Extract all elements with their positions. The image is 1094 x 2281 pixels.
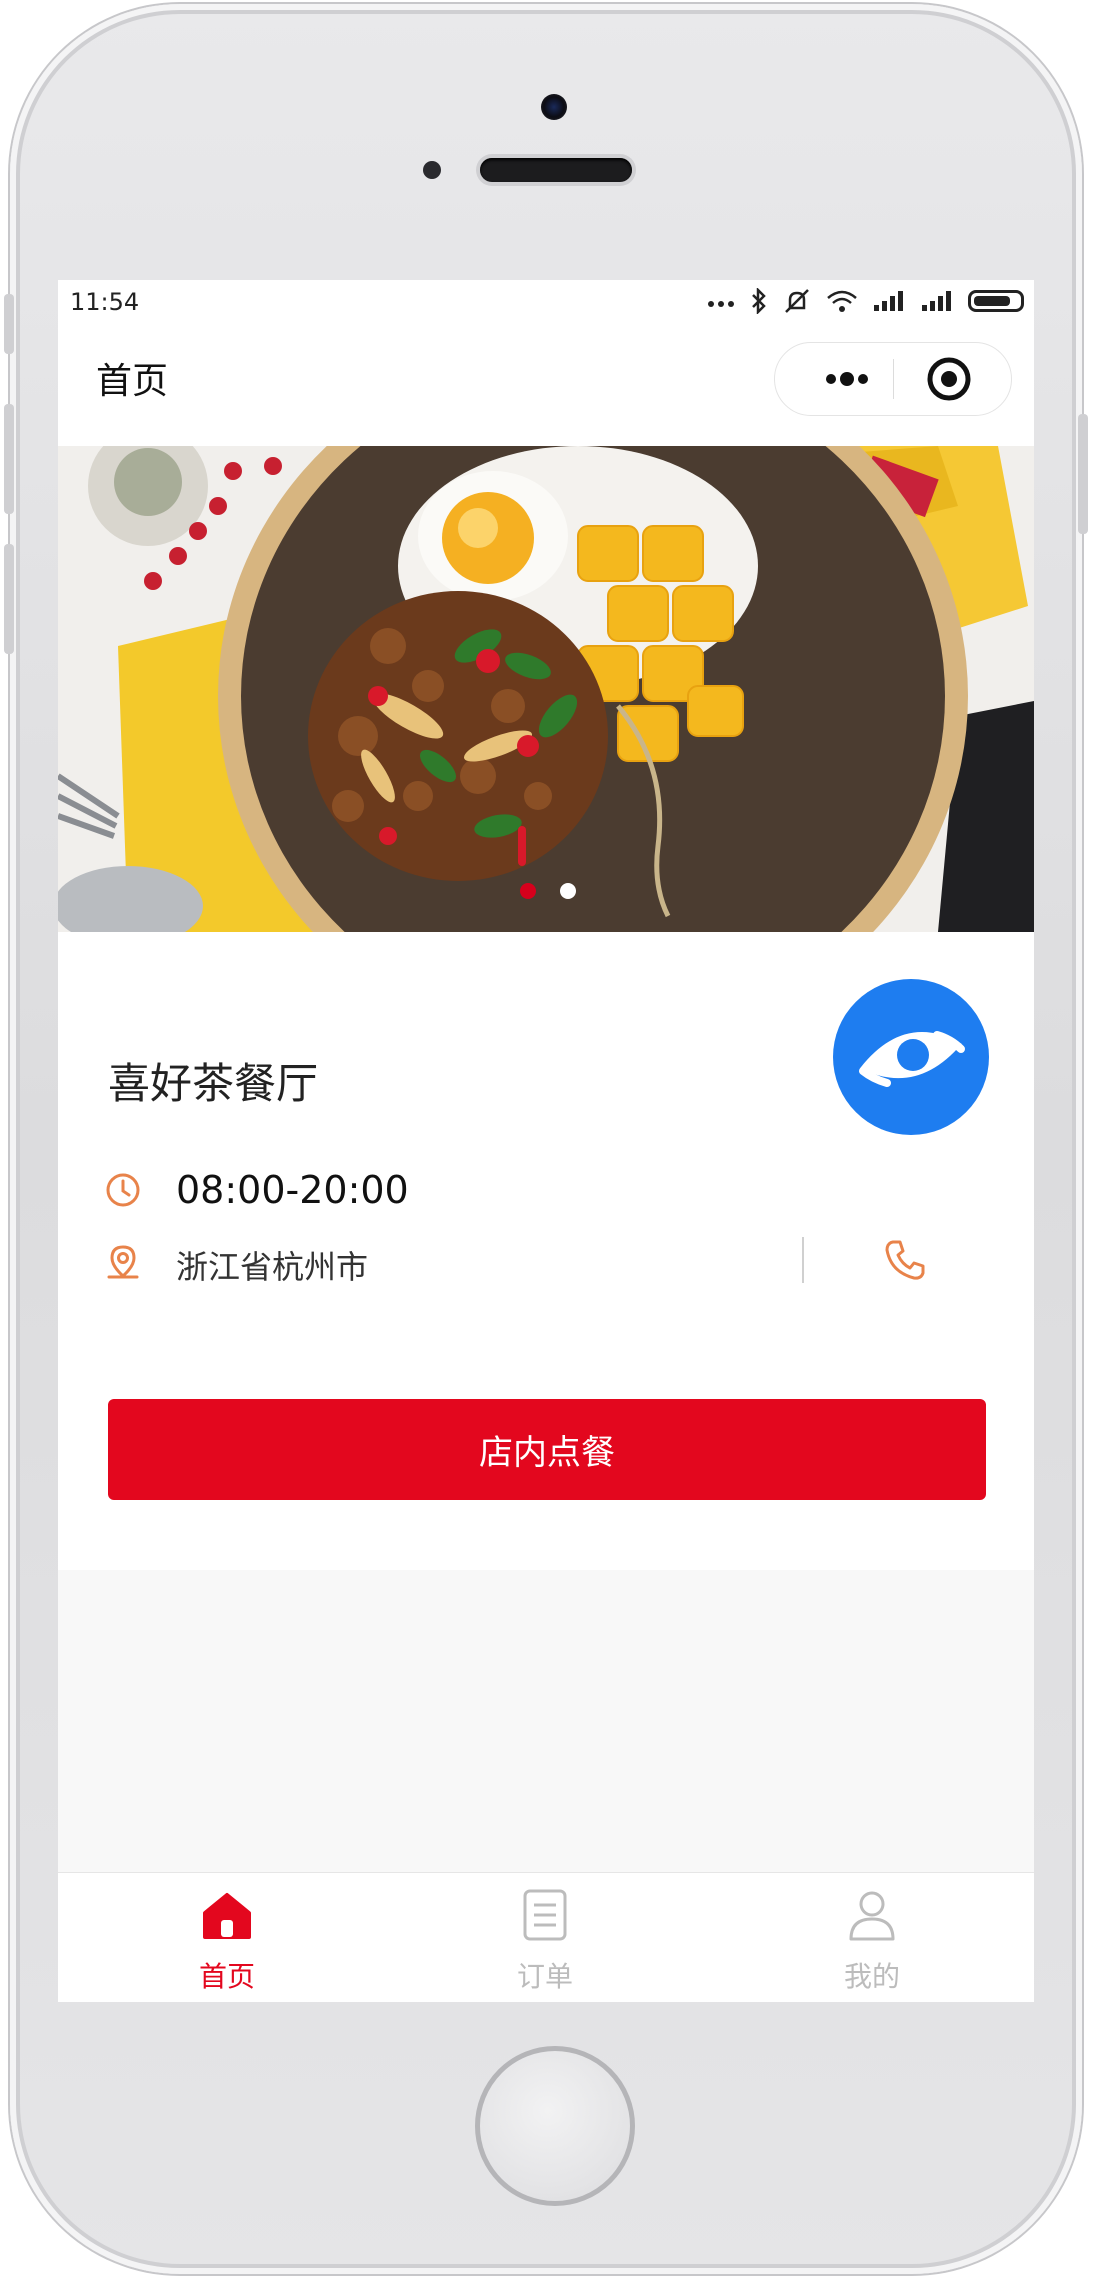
eye-logo-icon — [859, 1031, 965, 1087]
tab-mine[interactable]: 我的 — [772, 1873, 972, 2002]
more-dots-icon — [708, 301, 734, 307]
tab-bar: 首页 订单 我的 — [58, 1872, 1034, 2002]
store-name: 喜好茶餐厅 — [108, 1059, 319, 1108]
user-icon — [849, 1891, 895, 1941]
store-info-card: 喜好茶餐厅 08:00-20:00 浙江省杭州市 — [58, 956, 1034, 1380]
earpiece-speaker — [480, 158, 632, 182]
power-button — [1078, 414, 1088, 534]
battery-icon — [968, 290, 1024, 312]
volume-down-button — [4, 544, 14, 654]
status-time: 11:54 — [70, 288, 140, 316]
tab-orders[interactable]: 订单 — [445, 1873, 645, 2002]
content-empty-area — [58, 1570, 1034, 1872]
home-button[interactable] — [475, 2046, 635, 2206]
proximity-sensor — [423, 161, 441, 179]
store-logo — [833, 979, 989, 1135]
location-pin-icon — [107, 1245, 139, 1279]
front-camera — [541, 94, 567, 120]
more-options-icon[interactable] — [795, 343, 891, 415]
app-screen: 11:54 首页 喜好茶餐厅 08:00-20:00 浙江省杭州市 店内点餐 首… — [58, 280, 1034, 2002]
opening-hours: 08:00-20:00 — [176, 1168, 409, 1212]
tab-home-label: 首页 — [198, 1960, 255, 1993]
dine-in-order-button[interactable]: 店内点餐 — [108, 1399, 986, 1500]
bluetooth-icon — [752, 288, 766, 314]
clock-icon — [106, 1173, 140, 1207]
capsule-divider — [893, 359, 894, 399]
phone-call-icon[interactable] — [881, 1236, 929, 1284]
mute-switch — [4, 294, 14, 354]
page-title: 首页 — [96, 361, 169, 402]
tab-mine-label: 我的 — [843, 1960, 900, 1993]
signal-icon — [874, 291, 903, 311]
mute-bell-icon — [785, 289, 809, 313]
document-icon — [523, 1889, 567, 1941]
wifi-icon — [827, 290, 857, 312]
signal-icon-2 — [922, 291, 951, 311]
address-divider — [802, 1237, 804, 1283]
volume-up-button — [4, 404, 14, 514]
home-icon — [203, 1893, 251, 1939]
close-program-icon[interactable] — [925, 355, 973, 403]
tab-orders-label: 订单 — [516, 1960, 573, 1993]
banner-carousel[interactable] — [58, 446, 1034, 932]
mini-program-capsule — [774, 342, 1012, 416]
store-address[interactable]: 浙江省杭州市 — [176, 1242, 368, 1288]
tab-home[interactable]: 首页 — [127, 1873, 327, 2002]
status-bar: 11:54 — [58, 280, 1034, 324]
status-icons — [706, 288, 1024, 314]
banner-food-image — [58, 446, 1034, 932]
navigation-bar: 首页 — [58, 324, 1034, 426]
